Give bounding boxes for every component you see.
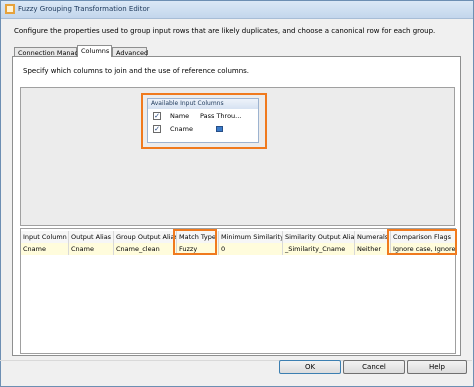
instruction-text: Specify which columns to join and the us… xyxy=(23,67,250,75)
comparison-flags-highlight xyxy=(387,229,457,255)
cancel-button[interactable]: Cancel xyxy=(343,360,405,374)
cell-numerals[interactable]: Neither xyxy=(355,243,391,255)
input-columns-header: ✓ Name Pass Throu... xyxy=(150,110,256,122)
transformation-icon xyxy=(5,4,15,14)
input-column-row[interactable]: ✓ Cname xyxy=(150,123,256,135)
header-numerals: Numerals xyxy=(355,231,391,243)
match-type-highlight xyxy=(173,229,217,255)
title-bar: Fuzzy Grouping Transformation Editor xyxy=(1,1,473,19)
pass-through-header: Pass Throu... xyxy=(200,112,242,120)
available-input-columns-box[interactable]: Available Input Columns ✓ Name Pass Thro… xyxy=(147,98,259,143)
column-name: Cname xyxy=(170,125,193,133)
header-minimum-similarity: Minimum Similarity xyxy=(219,231,283,243)
header-similarity-output-alias: Similarity Output Alias xyxy=(283,231,355,243)
tab-columns[interactable]: Columns xyxy=(77,45,112,57)
cell-input-column[interactable]: Cname xyxy=(21,243,69,255)
name-header: Name xyxy=(170,112,190,120)
cell-similarity-output-alias[interactable]: _Similarity_Cname xyxy=(283,243,355,255)
cell-output-alias[interactable]: Cname xyxy=(69,243,114,255)
ok-button[interactable]: OK xyxy=(279,360,341,374)
help-button[interactable]: Help xyxy=(407,360,467,374)
header-output-alias: Output Alias xyxy=(69,231,114,243)
input-columns-title: Available Input Columns xyxy=(148,99,258,109)
column-checkbox[interactable]: ✓ xyxy=(153,125,161,133)
window-title: Fuzzy Grouping Transformation Editor xyxy=(18,5,150,13)
select-all-checkbox[interactable]: ✓ xyxy=(153,112,161,120)
header-input-column: Input Column xyxy=(21,231,69,243)
description-text: Configure the properties used to group i… xyxy=(14,27,436,35)
cell-minimum-similarity[interactable]: 0 xyxy=(219,243,283,255)
header-group-output-alias: Group Output Alias xyxy=(114,231,177,243)
cell-group-output-alias[interactable]: Cname_clean xyxy=(114,243,177,255)
pass-through-checkbox[interactable] xyxy=(216,126,223,132)
